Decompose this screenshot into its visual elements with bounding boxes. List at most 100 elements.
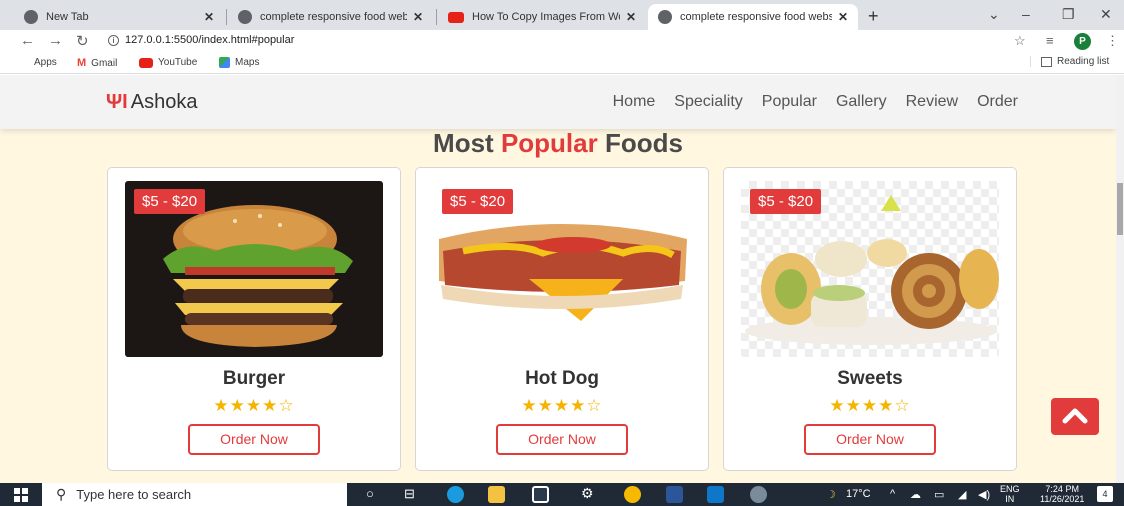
forward-arrow-icon[interactable]: → <box>48 32 63 49</box>
chrome-icon[interactable] <box>624 486 641 503</box>
product-name: Hot Dog <box>525 368 599 389</box>
star-icon: ★ <box>553 396 571 415</box>
window-close-button[interactable]: ✕ <box>1100 6 1112 23</box>
reload-icon[interactable]: ↻ <box>76 32 89 50</box>
product-name: Burger <box>222 368 286 389</box>
star-rating: ★★★★☆ <box>416 396 708 416</box>
weather-moon-icon[interactable]: ☽ <box>826 488 836 501</box>
close-icon[interactable]: ✕ <box>626 10 636 24</box>
reading-list-icon <box>1041 56 1052 67</box>
order-now-button[interactable]: Order Now <box>496 424 628 455</box>
region-code: IN <box>1005 494 1015 504</box>
star-icon: ★ <box>262 396 279 415</box>
file-explorer-icon[interactable] <box>488 486 505 503</box>
search-icon: ⚲ <box>56 486 67 502</box>
clock-date: 11/26/2021 <box>1040 494 1085 504</box>
notification-center-icon[interactable]: 4 <box>1097 486 1113 502</box>
tab-separator <box>436 9 437 25</box>
maps-icon <box>219 57 230 68</box>
battery-icon[interactable]: ▭ <box>934 488 944 501</box>
product-name: Sweets <box>837 368 903 389</box>
star-icon: ★ <box>878 396 895 415</box>
nav-link-order[interactable]: Order <box>977 93 1018 111</box>
new-tab-button[interactable]: + <box>868 6 879 27</box>
star-icon: ★ <box>521 396 538 415</box>
product-card-burger: $5 - $20 Burger ★★★★☆ Order Now <box>107 167 401 471</box>
volume-icon[interactable]: ◀) <box>978 488 990 501</box>
page-scrollbar[interactable] <box>1116 75 1124 483</box>
site-header: ΨӀ Ashoka Home Speciality Popular Galler… <box>0 75 1116 129</box>
word-icon[interactable] <box>666 486 683 503</box>
reading-list-button[interactable]: Reading list <box>1030 56 1109 67</box>
taskbar-search[interactable]: ⚲ Type here to search <box>42 483 347 506</box>
language-code: ENG <box>1000 484 1020 494</box>
nav-link-popular[interactable]: Popular <box>762 93 817 111</box>
tab-title: complete responsive food websit <box>680 11 832 23</box>
chevron-up-icon <box>1062 408 1088 424</box>
paint-icon[interactable] <box>750 486 767 503</box>
star-icon: ★ <box>829 396 846 415</box>
nav-link-speciality[interactable]: Speciality <box>674 93 742 111</box>
browser-menu-icon[interactable]: ⋮ <box>1106 33 1119 49</box>
tray-chevron-icon[interactable]: ^ <box>890 488 895 500</box>
order-now-button[interactable]: Order Now <box>804 424 936 455</box>
reading-mode-icon[interactable]: ≡ <box>1046 33 1054 48</box>
task-view-icon[interactable]: ⊟ <box>404 486 415 502</box>
nav-link-review[interactable]: Review <box>906 93 958 111</box>
page-viewport: ΨӀ Ashoka Home Speciality Popular Galler… <box>0 75 1116 483</box>
bookmark-star-icon[interactable]: ☆ <box>1014 33 1026 49</box>
price-badge: $5 - $20 <box>134 189 206 214</box>
bookmark-gmail[interactable]: M Gmail <box>77 57 117 69</box>
clock-time: 7:24 PM <box>1045 484 1079 494</box>
cortana-icon[interactable]: ○ <box>366 486 374 501</box>
bookmark-label: Maps <box>235 57 260 68</box>
tab-search-chevron-icon[interactable]: ⌄ <box>988 6 1000 23</box>
site-nav: Home Speciality Popular Gallery Review O… <box>613 93 1018 111</box>
close-icon[interactable]: ✕ <box>413 10 423 24</box>
bookmark-apps[interactable]: Apps <box>18 57 57 68</box>
site-logo[interactable]: ΨӀ Ashoka <box>106 91 197 114</box>
star-icon: ★ <box>537 396 554 415</box>
tab-food-website-active[interactable]: complete responsive food websit ✕ <box>648 4 858 30</box>
url-field[interactable]: i 127.0.0.1:5500/index.html#popular <box>108 34 294 46</box>
network-icon[interactable]: ◢ <box>958 488 966 501</box>
temperature[interactable]: 17°C <box>846 488 871 500</box>
price-badge: $5 - $20 <box>750 189 822 214</box>
bookmark-youtube[interactable]: YouTube <box>139 57 197 68</box>
section-title-accent: Popular <box>500 128 598 158</box>
vscode-icon[interactable] <box>707 486 724 503</box>
bookmark-maps[interactable]: Maps <box>219 57 259 68</box>
minimize-button[interactable]: – <box>1022 6 1030 22</box>
tab-new-tab[interactable]: New Tab ✕ <box>14 4 224 30</box>
gmail-icon: M <box>77 57 87 69</box>
nav-link-home[interactable]: Home <box>613 93 656 111</box>
profile-avatar[interactable]: P <box>1074 33 1091 50</box>
system-clock[interactable]: 7:24 PM 11/26/2021 <box>1040 484 1084 504</box>
search-placeholder: Type here to search <box>76 487 192 502</box>
edge-icon[interactable] <box>447 486 464 503</box>
scrollbar-thumb[interactable] <box>1117 183 1123 235</box>
bookmarks-bar: Apps M Gmail YouTube Maps Reading list <box>0 52 1124 74</box>
restore-button[interactable]: ❐ <box>1062 6 1075 23</box>
scroll-to-top-button[interactable] <box>1051 398 1099 435</box>
windows-start-icon[interactable] <box>14 488 28 502</box>
tab-youtube-video[interactable]: How To Copy Images From Word ✕ <box>438 4 646 30</box>
onedrive-icon[interactable]: ☁ <box>910 488 921 501</box>
star-icon: ★ <box>861 396 879 415</box>
globe-icon <box>658 10 672 24</box>
back-arrow-icon[interactable]: ← <box>20 32 35 49</box>
close-icon[interactable]: ✕ <box>204 10 214 24</box>
url-text: 127.0.0.1:5500/index.html#popular <box>125 34 295 46</box>
settings-gear-icon[interactable]: ⚙ <box>581 485 594 502</box>
windows-taskbar: ⚲ Type here to search ○ ⊟ ⚙ ☽ 17°C ^ ☁ ▭… <box>0 483 1124 506</box>
logo-text: Ashoka <box>130 91 198 113</box>
close-icon[interactable]: ✕ <box>838 10 848 24</box>
language-indicator[interactable]: ENG IN <box>1000 484 1020 504</box>
order-now-button[interactable]: Order Now <box>188 424 320 455</box>
mail-icon[interactable] <box>532 486 549 503</box>
info-icon[interactable]: i <box>108 34 119 46</box>
tab-food-website[interactable]: complete responsive food websit ✕ <box>228 4 433 30</box>
tab-title: New Tab <box>46 11 89 23</box>
nav-link-gallery[interactable]: Gallery <box>836 93 887 111</box>
globe-icon <box>238 10 252 24</box>
